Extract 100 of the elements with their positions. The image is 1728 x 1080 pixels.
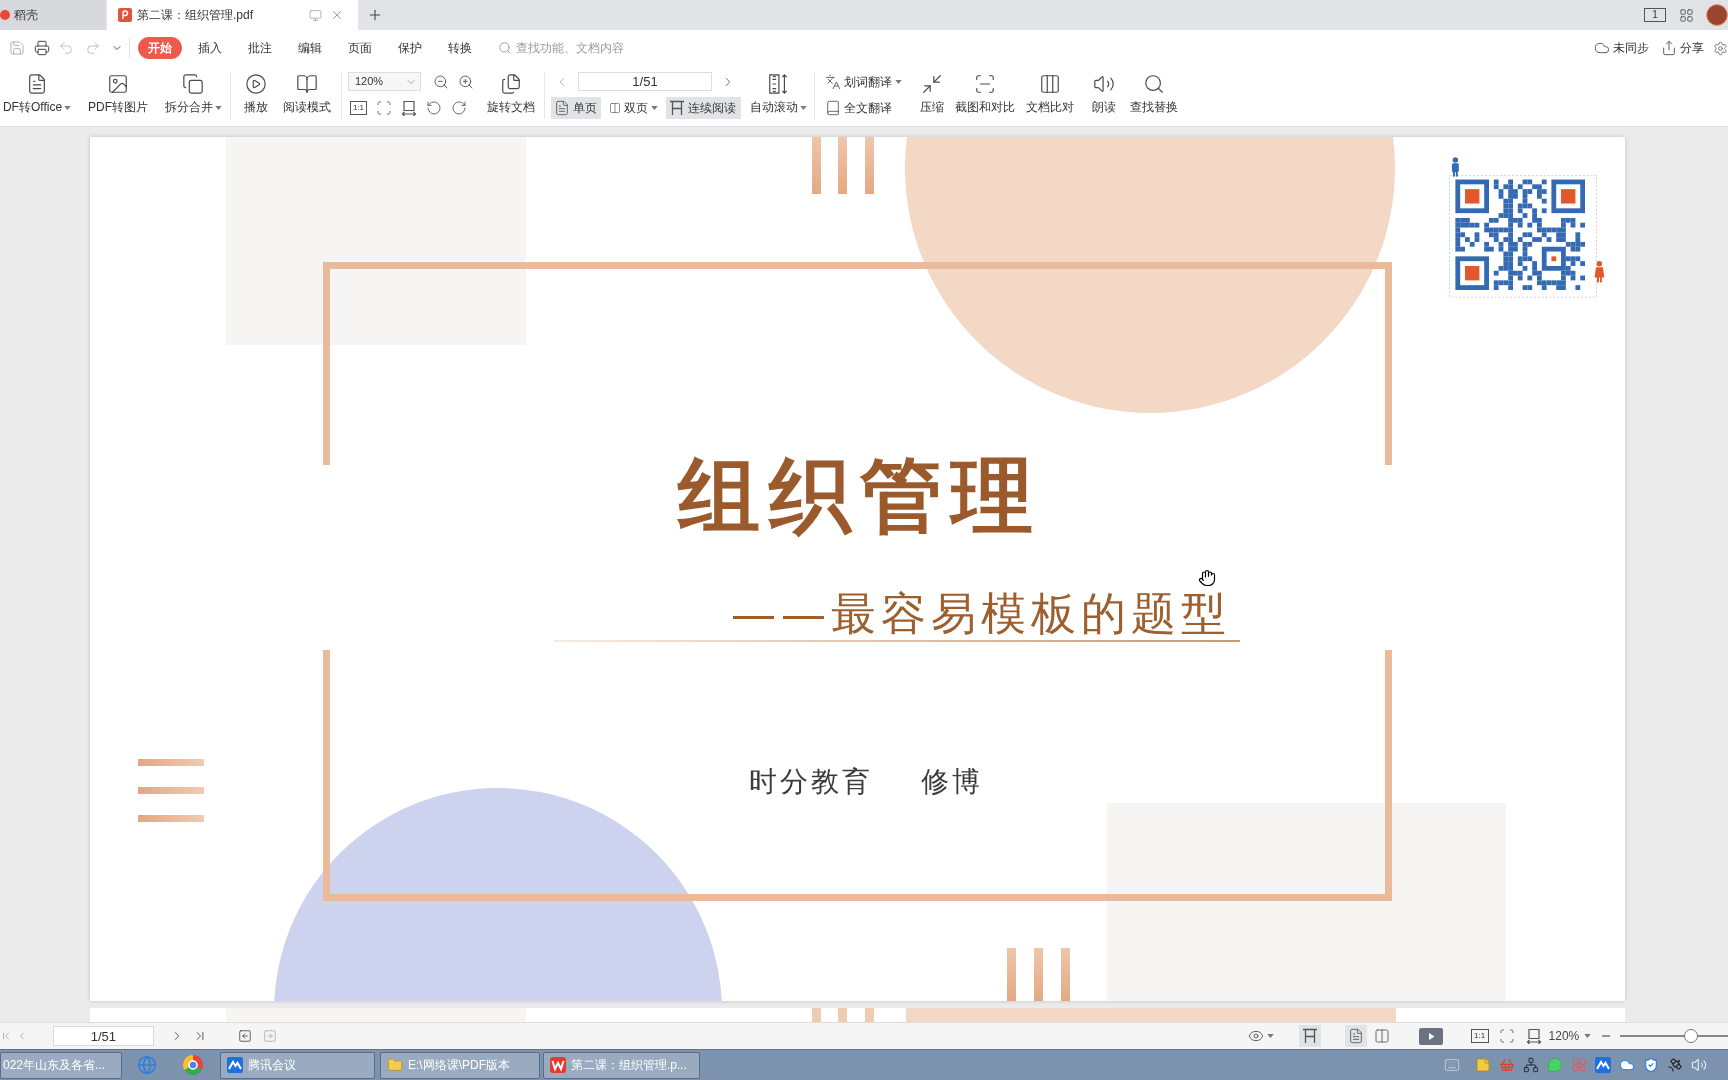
author-name: 修博 [921,768,983,796]
single-page-view-button[interactable] [1344,1025,1367,1047]
undo-icon[interactable] [58,40,74,56]
accent-bar [812,1008,821,1022]
page-number-field[interactable]: 1/51 [578,72,712,91]
slide-subtitle: ——最容易模板的题型 [731,591,1231,636]
accent-bar [865,137,874,194]
zoom-select[interactable]: 120% [348,72,421,91]
accent-bar [838,137,847,194]
mountains-icon[interactable] [1595,1057,1611,1073]
window-layout-button[interactable]: 1 [1644,8,1666,22]
protect-tab[interactable]: 保护 [388,37,432,59]
mountains-icon [227,1057,243,1073]
accent-bar [812,137,821,194]
screenshot-compare-button[interactable]: 截图和对比 [953,66,1017,120]
zoom-select[interactable]: 120% [1548,1027,1592,1045]
accent-bar [1034,948,1043,1001]
continuous-pages-icon [1301,1028,1318,1044]
save-icon[interactable] [9,40,25,56]
cloud-icon[interactable] [1619,1057,1635,1073]
play-icon[interactable] [1418,1027,1443,1045]
document-tab[interactable]: 第二课：组织管理.pdf [107,0,358,30]
comment-tab[interactable]: 批注 [238,37,282,59]
search-field[interactable]: 查找功能、文档内容 [498,38,638,58]
accent-bar [838,1008,847,1022]
find-replace-button[interactable]: 查找替换 [1127,66,1181,120]
satellite-icon[interactable] [1667,1057,1683,1073]
speaker-icon[interactable] [1691,1057,1707,1073]
rotate-left-icon[interactable] [426,100,442,116]
continuous-reading-button[interactable]: 连续阅读 [666,97,741,119]
zoom-in-icon[interactable] [458,73,474,90]
fit-page-icon[interactable] [1498,1028,1515,1044]
hand-cursor-icon [1198,569,1216,587]
single-page-button[interactable]: 单页 [551,97,601,119]
full-translate-button[interactable]: 全文翻译 [825,99,909,117]
rotate-document-button[interactable]: 旋转文档 [486,66,536,120]
continuous-pages-icon [669,100,685,116]
continuous-view-button[interactable] [1298,1025,1321,1047]
network-icon[interactable] [1523,1057,1539,1073]
tricolor-circle-icon[interactable] [183,1055,203,1075]
slide-title: 组织管理 [678,455,1042,537]
cloud-icon [1594,40,1610,56]
convert-to-image-button[interactable]: PDF转图片 [88,66,148,120]
fit-width-icon[interactable] [401,100,417,116]
back-icon[interactable] [237,1029,252,1043]
app-logo-icon [0,10,10,20]
new-tab-icon[interactable] [367,7,383,23]
print-icon[interactable] [34,40,50,56]
avatar-icon[interactable] [1706,4,1728,26]
columns-icon [1039,73,1061,95]
insert-tab[interactable]: 插入 [188,37,232,59]
sync-status-button[interactable]: 未同步 [1594,39,1649,57]
compress-button[interactable]: 压缩 [917,66,947,120]
zoom-out-icon[interactable] [433,73,449,90]
split-merge-button[interactable]: 拆分合并 [161,66,225,120]
fit-width-icon[interactable] [1525,1028,1542,1044]
edit-tab[interactable]: 编辑 [288,37,332,59]
files-icon [500,73,522,95]
two-page-button[interactable]: 双页 [606,97,661,119]
first-page-icon[interactable] [0,1030,12,1042]
play-button[interactable]: 播放 [239,66,273,120]
actual-size-button[interactable]: 1:1 [1470,1029,1489,1043]
read-aloud-button[interactable]: 朗读 [1089,66,1119,120]
document-compare-button[interactable]: 文档比对 [1023,66,1077,120]
auto-scroll-button[interactable]: 自动滚动 [747,66,809,120]
convert-tab[interactable]: 转换 [438,37,482,59]
slider-thumb[interactable] [1684,1029,1699,1043]
zoom-slider[interactable] [1620,1029,1728,1043]
image-icon [107,73,129,95]
share-button[interactable]: 分享 [1661,39,1704,57]
monitor-icon[interactable] [309,8,322,22]
sticky-note-icon[interactable] [1475,1057,1491,1073]
book-icon [296,73,318,95]
accent-bar [865,1008,874,1022]
reading-mode-button[interactable]: 阅读模式 [281,66,333,120]
scan-frame-icon [974,73,996,95]
accent-bar [138,787,204,794]
accent-bar [138,815,204,822]
fit-page-icon[interactable] [376,100,392,116]
eye-icon[interactable] [1247,1028,1264,1044]
chat-bubble-icon[interactable] [1547,1057,1563,1073]
rotate-right-icon[interactable] [451,100,467,116]
actual-size-button[interactable]: 1:1 [350,101,367,115]
accent-bar [1061,948,1070,1001]
shield-icon[interactable] [1643,1057,1659,1073]
word-translate-button[interactable]: 划词翻译 [825,73,909,91]
grid-icon[interactable] [1679,7,1694,23]
redo-icon[interactable] [85,40,101,56]
caret-icon [1266,1034,1274,1038]
speaker-icon [1093,73,1115,95]
book-icon [825,100,841,116]
convert-to-office-button[interactable]: DF转Office [0,66,74,120]
share-icon [1661,40,1677,56]
close-icon[interactable] [330,8,344,22]
settings-icon[interactable] [1713,40,1728,56]
home-tab[interactable]: 稻壳 [0,0,105,30]
document-icon [26,73,48,95]
page-tab[interactable]: 页面 [338,37,382,59]
page-number-field[interactable]: 1/51 [52,1026,154,1046]
keyboard-icon[interactable] [1444,1057,1460,1073]
